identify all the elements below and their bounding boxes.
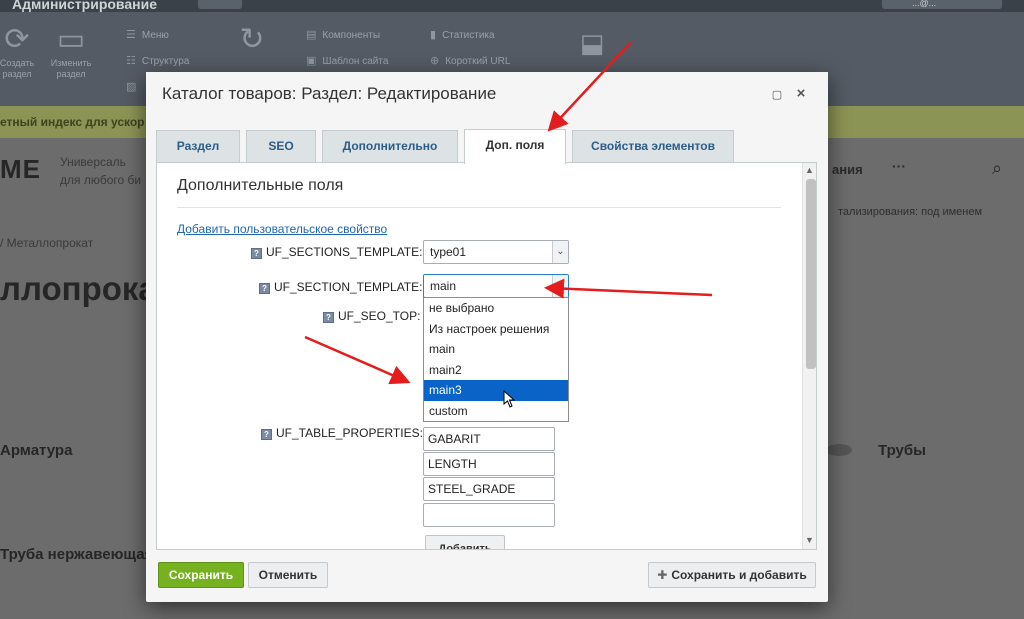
site-logo: ME: [0, 154, 41, 184]
help-icon[interactable]: ?: [323, 312, 334, 323]
mouse-cursor-icon: [503, 390, 516, 408]
dropdown-option[interactable]: Из настроек решения: [424, 319, 568, 340]
link-icon: ⊕: [430, 55, 440, 67]
content-scrollbar[interactable]: ▲ ▼: [802, 163, 816, 549]
toolbar-components[interactable]: ▤ Компоненты: [306, 28, 380, 41]
table-property-input[interactable]: [423, 477, 555, 501]
section-template-select[interactable]: main ⌄: [423, 274, 569, 298]
chevron-down-icon: ⌄: [552, 241, 568, 263]
scroll-up-icon[interactable]: ▲: [805, 165, 814, 175]
admin-title: Администрирование: [12, 0, 157, 12]
category-armatura[interactable]: Арматура: [0, 442, 72, 459]
dialog-header[interactable]: Каталог товаров: Раздел: Редактирование …: [146, 72, 828, 118]
sections-template-select[interactable]: type01 ⌄: [423, 240, 569, 264]
scrollbar-thumb[interactable]: [806, 179, 816, 369]
plus-icon: ✚: [657, 568, 668, 582]
toolbar-structure[interactable]: ☷ Структура: [126, 54, 189, 67]
category-stainless-pipe[interactable]: Труба нержавеющая: [0, 546, 153, 563]
field-label-section-template: UF_SECTION_TEMPLATE:: [274, 280, 423, 294]
tab-seo[interactable]: SEO: [246, 130, 316, 162]
dropdown-option[interactable]: main2: [424, 360, 568, 381]
toolbar-edit-section[interactable]: ▭ Изменить раздел: [44, 22, 98, 80]
section-template-dropdown: не выбрано Из настроек решения main main…: [423, 297, 569, 422]
admin-user-button[interactable]: ...@...: [882, 0, 1002, 9]
dropdown-option[interactable]: main: [424, 339, 568, 360]
toolbar-menu[interactable]: ☰ Меню: [126, 28, 169, 41]
site-nav-more[interactable]: ···: [892, 158, 906, 174]
toolbar-short-url[interactable]: ⊕ Короткий URL: [430, 54, 510, 67]
statistics-icon: ▮: [430, 29, 437, 41]
download-icon: ⬓: [579, 28, 605, 58]
scroll-down-icon[interactable]: ▼: [805, 535, 814, 545]
table-property-input[interactable]: [423, 427, 555, 451]
field-label-seo-top: UF_SEO_TOP:: [338, 309, 421, 323]
admin-settings-button[interactable]: [198, 0, 242, 9]
image-icon: ▨: [126, 81, 137, 93]
menu-icon: ☰: [126, 29, 136, 41]
section-template-value: main: [430, 279, 457, 293]
breadcrumb: / Металлопрокат: [0, 236, 94, 250]
tab-section[interactable]: Раздел: [156, 130, 240, 162]
add-custom-property-link[interactable]: Добавить пользовательское свойство: [177, 222, 387, 236]
tab-extra-fields[interactable]: Доп. поля: [464, 129, 566, 164]
field-label-sections-template: UF_SECTIONS_TEMPLATE:: [266, 245, 423, 259]
toolbar-statistics[interactable]: ▮ Статистика: [430, 28, 495, 41]
tab-additional[interactable]: Дополнительно: [322, 130, 458, 162]
tab-element-properties[interactable]: Свойства элементов: [572, 130, 734, 162]
maximize-icon[interactable]: ▢: [770, 88, 784, 102]
template-icon: ▣: [306, 55, 317, 67]
table-property-input[interactable]: [423, 503, 555, 527]
help-icon[interactable]: ?: [259, 283, 270, 294]
components-icon: ▤: [306, 29, 317, 41]
add-value-button[interactable]: Добавить: [425, 535, 505, 549]
section-divider: [177, 207, 781, 208]
toolbar-create-section-label: Создать раздел: [0, 58, 35, 79]
dropdown-option[interactable]: custom: [424, 401, 568, 422]
help-icon[interactable]: ?: [261, 429, 272, 440]
pipe-image: [826, 444, 852, 456]
toolbar-download[interactable]: ⬓: [572, 28, 612, 58]
chevron-down-icon: ⌄: [552, 275, 568, 297]
save-and-add-label: Сохранить и добавить: [671, 568, 807, 582]
structure-icon: ☷: [126, 55, 136, 67]
toolbar-edit-section-label: Изменить раздел: [50, 58, 92, 79]
admin-topbar: Администрирование ...@...: [0, 0, 1024, 12]
refresh-icon: ↻: [239, 23, 265, 56]
toolbar-refresh[interactable]: ↻: [230, 22, 274, 58]
toolbar-create-section[interactable]: ⟳ Создать раздел: [0, 22, 40, 80]
dropdown-option[interactable]: не выбрано: [424, 298, 568, 319]
category-truby[interactable]: Трубы: [878, 442, 926, 459]
site-tagline: Универсаль для любого би: [60, 155, 142, 187]
toolbar-site-template[interactable]: ▣ Шаблон сайта: [306, 54, 388, 67]
folder-icon: ▭: [56, 23, 86, 56]
search-icon[interactable]: ⌕: [992, 158, 1002, 179]
save-button[interactable]: Сохранить: [158, 562, 244, 588]
close-icon[interactable]: ×: [794, 86, 808, 102]
dialog-title: Каталог товаров: Раздел: Редактирование: [162, 84, 497, 103]
save-and-add-button[interactable]: ✚ Сохранить и добавить: [648, 562, 816, 588]
section-title: Дополнительные поля: [177, 177, 344, 194]
table-property-input[interactable]: [423, 452, 555, 476]
site-note: тализирования: под именем: [838, 206, 983, 218]
edit-section-dialog: Каталог товаров: Раздел: Редактирование …: [146, 72, 828, 602]
tab-content: Дополнительные поля Добавить пользовател…: [156, 162, 817, 550]
notice-text: етный индекс для ускор: [0, 115, 145, 129]
toolbar-extra[interactable]: ▨: [126, 80, 142, 93]
help-icon[interactable]: ?: [251, 248, 262, 259]
site-nav-item[interactable]: ания: [832, 162, 863, 177]
sections-template-value: type01: [430, 245, 467, 259]
field-label-table-properties: UF_TABLE_PROPERTIES:: [276, 426, 423, 440]
create-section-icon: ⟳: [4, 23, 30, 56]
cancel-button[interactable]: Отменить: [248, 562, 328, 588]
dropdown-option-highlighted[interactable]: main3: [424, 380, 568, 401]
